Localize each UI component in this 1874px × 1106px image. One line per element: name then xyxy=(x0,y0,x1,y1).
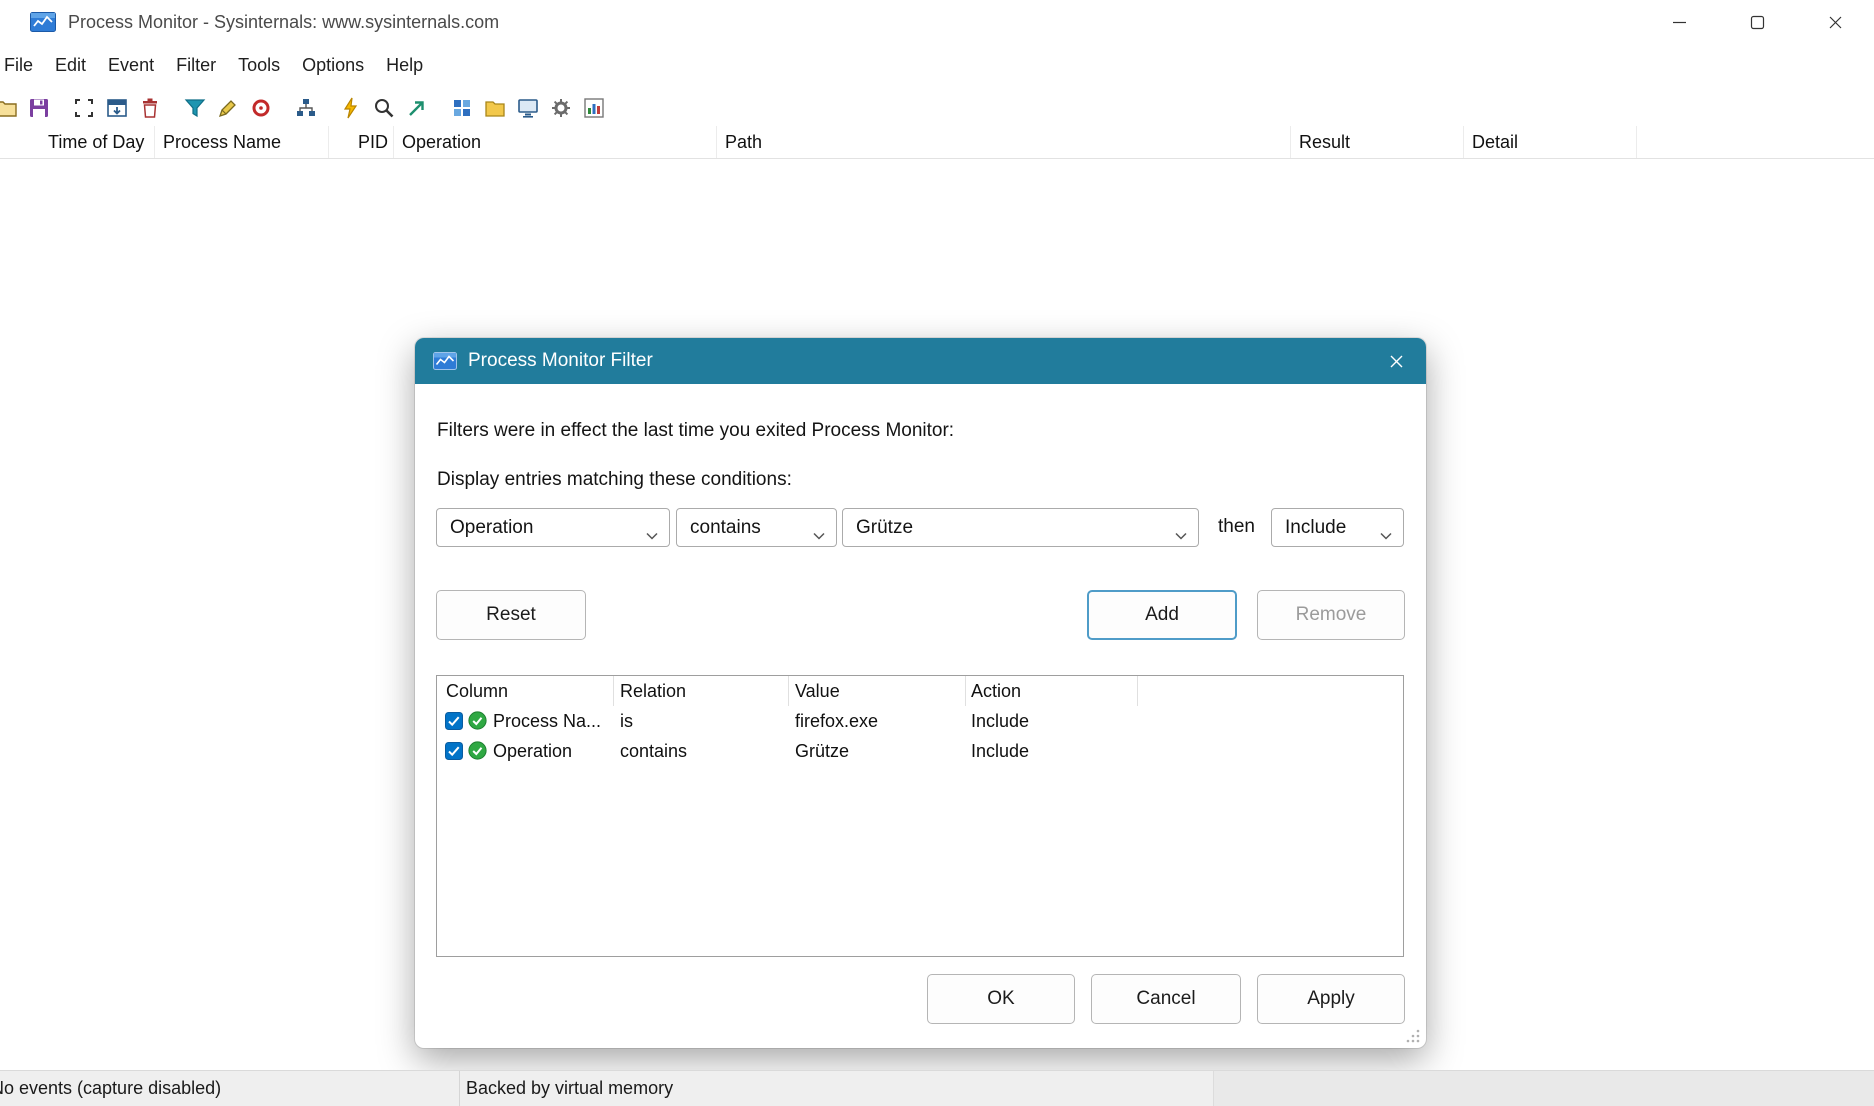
rule-action-cell: Include xyxy=(971,736,1131,766)
dialog-intro-text: Filters were in effect the last time you… xyxy=(437,420,954,442)
ok-button[interactable]: OK xyxy=(927,974,1075,1024)
profiling-events-icon[interactable] xyxy=(582,96,606,120)
column-header-detail[interactable]: Detail xyxy=(1464,126,1637,158)
network-activity-icon[interactable] xyxy=(516,96,540,120)
menu-options[interactable]: Options xyxy=(291,49,375,82)
status-events-section: No events (capture disabled) xyxy=(0,1071,459,1106)
filter-col-header-relation[interactable]: Relation xyxy=(620,676,686,706)
resize-grip[interactable] xyxy=(1405,1028,1421,1044)
clear-icon[interactable] xyxy=(138,96,162,120)
dialog-title: Process Monitor Filter xyxy=(468,350,653,372)
process-thread-activity-icon[interactable] xyxy=(549,96,573,120)
process-monitor-filter-dialog: Process Monitor Filter Filters were in e… xyxy=(415,338,1426,1048)
find-icon[interactable] xyxy=(372,96,396,120)
filter-action-select[interactable]: Include xyxy=(1271,508,1404,547)
registry-activity-icon[interactable] xyxy=(450,96,474,120)
status-memory-text: Backed by virtual memory xyxy=(466,1078,673,1099)
include-rule-icon xyxy=(468,741,487,760)
dialog-close-icon[interactable] xyxy=(1374,341,1418,381)
autoscroll-icon[interactable] xyxy=(105,96,129,120)
menu-help[interactable]: Help xyxy=(375,49,434,82)
filter-value-input[interactable] xyxy=(843,509,1143,546)
filter-col-header-column[interactable]: Column xyxy=(446,676,508,706)
rule-column-cell: Process Na... xyxy=(493,706,611,736)
menu-tools[interactable]: Tools xyxy=(227,49,291,82)
filter-col-header-value[interactable]: Value xyxy=(795,676,840,706)
filter-table-header: Column Relation Value Action xyxy=(437,676,1403,706)
dialog-title-bar: Process Monitor Filter xyxy=(415,338,1426,384)
column-header-time-of-day[interactable]: Time of Day xyxy=(0,126,155,158)
menu-event[interactable]: Event xyxy=(97,49,165,82)
title-bar: Process Monitor - Sysinternals: www.sysi… xyxy=(0,0,1874,44)
include-rule-icon xyxy=(468,711,487,730)
process-tree-icon[interactable] xyxy=(294,96,318,120)
menu-filter[interactable]: Filter xyxy=(165,49,227,82)
procmon-dialog-icon xyxy=(433,352,457,370)
process-monitor-window: { "colors": { "dialog_titlebar": "#217c9… xyxy=(0,0,1874,1106)
close-button[interactable] xyxy=(1796,0,1874,44)
rule-action-cell: Include xyxy=(971,706,1131,736)
column-header-operation[interactable]: Operation xyxy=(394,126,717,158)
rule-relation-cell: is xyxy=(620,706,785,736)
capture-icon[interactable] xyxy=(72,96,96,120)
column-header-path[interactable]: Path xyxy=(717,126,1291,158)
filter-column-value: Operation xyxy=(450,517,533,539)
filter-rules-table: Column Relation Value Action Process Na.… xyxy=(436,675,1404,957)
filter-icon[interactable] xyxy=(183,96,207,120)
rule-column-cell: Operation xyxy=(493,736,611,766)
filter-value-combobox[interactable] xyxy=(842,508,1199,547)
toolbar xyxy=(0,90,615,126)
window-title: Process Monitor - Sysinternals: www.sysi… xyxy=(68,12,499,33)
highlight-icon[interactable] xyxy=(216,96,240,120)
jump-to-icon[interactable] xyxy=(405,96,429,120)
filter-action-value: Include xyxy=(1285,517,1346,539)
maximize-button[interactable] xyxy=(1718,0,1796,44)
open-file-icon[interactable] xyxy=(0,96,18,120)
filter-rule-row[interactable]: Operation contains Grütze Include xyxy=(437,736,1403,766)
boot-logging-icon[interactable] xyxy=(339,96,363,120)
chevron-down-icon xyxy=(646,524,658,546)
filter-rule-row[interactable]: Process Na... is firefox.exe Include xyxy=(437,706,1403,736)
menu-bar: File Edit Event Filter Tools Options Hel… xyxy=(0,44,1874,86)
menu-edit[interactable]: Edit xyxy=(44,49,97,82)
chevron-down-icon xyxy=(813,524,825,546)
column-header-process-name[interactable]: Process Name xyxy=(155,126,329,158)
remove-button[interactable]: Remove xyxy=(1257,590,1405,640)
include-process-icon[interactable] xyxy=(249,96,273,120)
filter-col-header-action[interactable]: Action xyxy=(971,676,1021,706)
save-icon[interactable] xyxy=(27,96,51,120)
window-controls xyxy=(1640,0,1874,44)
apply-button[interactable]: Apply xyxy=(1257,974,1405,1024)
menu-file[interactable]: File xyxy=(0,49,44,82)
filter-relation-select[interactable]: contains xyxy=(676,508,837,547)
dialog-conditions-label: Display entries matching these condition… xyxy=(437,469,792,491)
status-empty-section xyxy=(1213,1071,1874,1106)
rule-relation-cell: contains xyxy=(620,736,785,766)
status-bar: No events (capture disabled) Backed by v… xyxy=(0,1070,1874,1106)
column-header-pid[interactable]: PID xyxy=(329,126,394,158)
chevron-down-icon[interactable] xyxy=(1175,524,1187,546)
procmon-app-icon xyxy=(30,12,56,32)
status-memory-section: Backed by virtual memory xyxy=(460,1071,1213,1106)
minimize-button[interactable] xyxy=(1640,0,1718,44)
then-label: then xyxy=(1218,516,1255,538)
column-header-result[interactable]: Result xyxy=(1291,126,1464,158)
chevron-down-icon xyxy=(1380,524,1392,546)
status-events-text: No events (capture disabled) xyxy=(0,1078,221,1099)
add-button[interactable]: Add xyxy=(1087,590,1237,640)
cancel-button[interactable]: Cancel xyxy=(1091,974,1241,1024)
filter-relation-value: contains xyxy=(690,517,761,539)
event-list-header: Time of Day Process Name PID Operation P… xyxy=(0,126,1874,159)
rule-value-cell: Grütze xyxy=(795,736,960,766)
reset-button[interactable]: Reset xyxy=(436,590,586,640)
file-system-activity-icon[interactable] xyxy=(483,96,507,120)
rule-value-cell: firefox.exe xyxy=(795,706,960,736)
rule-checkbox-checked[interactable] xyxy=(445,712,463,730)
filter-column-select[interactable]: Operation xyxy=(436,508,670,547)
rule-checkbox-checked[interactable] xyxy=(445,742,463,760)
